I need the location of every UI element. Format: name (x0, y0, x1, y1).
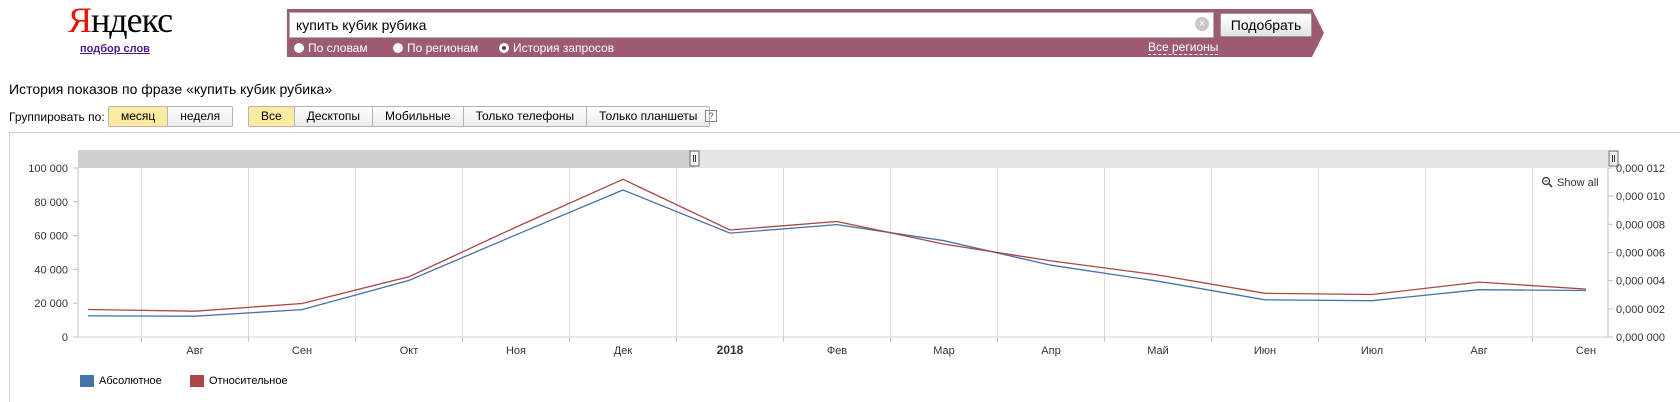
x-tick-label: Ноя (506, 345, 526, 357)
x-tick-label: Окт (400, 345, 419, 357)
x-tick-label: Мар (933, 345, 955, 357)
y-left-tick-label: 100 000 (28, 163, 68, 175)
y-right-tick-label: 0,000 004 (1616, 276, 1665, 288)
series-line-absolute (87, 189, 1587, 317)
x-tick-label: Май (1147, 345, 1169, 357)
x-tick-label: 2018 (717, 343, 744, 357)
legend-swatch (190, 375, 204, 387)
x-tick-label: Сен (1576, 345, 1596, 357)
series-line-relative (87, 178, 1587, 312)
x-tick-label: Сен (292, 345, 312, 357)
legend-swatch (80, 375, 94, 387)
y-left-tick-label: 60 000 (34, 231, 68, 243)
zoom-icon (1541, 176, 1553, 188)
y-left-tick-label: 0 (62, 332, 68, 344)
y-left-tick-label: 80 000 (34, 197, 68, 209)
x-tick-label: Апр (1041, 345, 1060, 357)
navigator-selected (78, 150, 695, 168)
x-tick-label: Авг (1470, 345, 1487, 357)
y-right-tick-label: 0,000 010 (1616, 191, 1665, 203)
drag-handle-icon[interactable] (689, 150, 700, 167)
x-tick-label: Июн (1254, 345, 1276, 357)
legend-item-absolute[interactable]: Абсолютное (80, 375, 162, 387)
y-right-tick-label: 0,000 006 (1616, 248, 1665, 260)
y-right-tick-label: 0,000 000 (1616, 332, 1665, 344)
y-right-tick-label: 0,000 002 (1616, 304, 1665, 316)
y-right-tick-label: 0,000 008 (1616, 219, 1665, 231)
history-chart: 0 20 000 40 000 60 000 80 000 100 000 0,000 0… (28, 150, 1665, 357)
y-left-tick-label: 20 000 (34, 298, 68, 310)
y-left-tick-label: 40 000 (34, 264, 68, 276)
show-all-label: Show all (1557, 177, 1599, 189)
legend-label: Относительное (209, 375, 288, 387)
x-tick-label: Июл (1361, 345, 1383, 357)
x-tick-label: Фев (827, 345, 847, 357)
show-all-button[interactable]: Show all (1541, 176, 1599, 189)
y-right-tick-label: 0,000 012 (1616, 163, 1665, 175)
x-tick-label: Дек (614, 345, 633, 357)
legend-item-relative[interactable]: Относительное (190, 375, 288, 387)
x-tick-label: Авг (186, 345, 203, 357)
legend-label: Абсолютное (99, 375, 162, 387)
